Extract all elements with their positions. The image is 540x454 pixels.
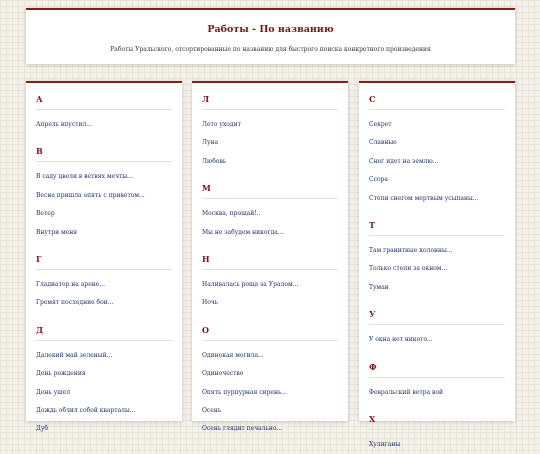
letter-heading: М [202, 171, 338, 200]
work-link[interactable]: Там гранитные колонны... [369, 242, 505, 260]
work-link[interactable]: Одиночество [202, 365, 338, 383]
letter-heading: У [369, 297, 505, 326]
work-link[interactable]: Мы не забудем никогда... [202, 224, 338, 242]
work-link[interactable]: Весна пришла опять с приветом... [36, 187, 172, 205]
work-link[interactable]: Луна [202, 134, 338, 152]
work-link[interactable]: День рождения [36, 365, 172, 383]
letter-heading: С [369, 83, 505, 110]
work-link[interactable]: Осень глядит печально... [202, 420, 338, 438]
letter-heading: Г [36, 242, 172, 270]
letter-heading: В [36, 134, 172, 163]
work-link[interactable]: Туман [369, 279, 505, 297]
letter-heading: О [202, 313, 338, 341]
work-link[interactable]: Секрет [369, 116, 505, 134]
work-link[interactable]: Ночь [202, 294, 338, 312]
letter-heading: Ф [369, 350, 505, 378]
work-link[interactable]: Одинокая могила... [202, 347, 338, 365]
page-title: Работы - По названию [207, 24, 334, 35]
page-header: Работы - По названию Работы Уральского, … [26, 8, 515, 64]
work-link[interactable]: Февральский ветра вой [369, 384, 505, 402]
letter-heading: А [36, 83, 172, 110]
work-link[interactable]: Гремят последние бои... [36, 294, 172, 312]
work-link[interactable]: Москва, прощай!.. [202, 205, 338, 223]
letter-heading: Х [369, 402, 505, 430]
works-column-1: А Апрель впустил... В В саду цвели в ветвях… [26, 81, 182, 432]
work-link[interactable]: Наливалась роща за Уралом... [202, 276, 338, 294]
work-link[interactable]: День ушел [36, 384, 172, 402]
letter-heading: Н [202, 242, 338, 270]
work-link[interactable]: Внутри меня [36, 224, 172, 242]
work-link[interactable]: Ветер [36, 205, 172, 223]
work-link[interactable]: Славные [369, 134, 505, 152]
work-link[interactable]: Степи снегом мертвым усыпаны... [369, 190, 505, 208]
works-column-2: Л Лето уходит Луна Любовь М Москва, прощай!..… [192, 81, 348, 432]
work-link[interactable]: В саду цвели в ветвях мечты... [36, 168, 172, 186]
work-link[interactable]: Только степи за окном... [369, 260, 505, 278]
work-link[interactable]: У окна нет никого... [369, 331, 505, 349]
letter-heading: Т [369, 208, 505, 236]
work-link[interactable]: Гладиатор на арене... [36, 276, 172, 294]
letter-heading: Д [36, 313, 172, 341]
work-link[interactable]: Лето уходит [202, 116, 338, 134]
letter-heading: Л [202, 83, 338, 110]
work-link[interactable]: Любовь [202, 153, 338, 171]
work-link[interactable]: Далекий май зеленый... [36, 347, 172, 365]
works-column-3: С Секрет Славные Снег идет на землю... Ссора… [359, 81, 515, 448]
work-link[interactable]: Ссора [369, 171, 505, 189]
work-link[interactable]: Снег идет на землю... [369, 153, 505, 171]
work-link[interactable]: Хулиганы [369, 436, 505, 454]
work-link[interactable]: Опять пурпурная сирень... [202, 384, 338, 402]
page-subtitle: Работы Уральского, отсортированные по на… [110, 46, 431, 53]
work-link[interactable]: Дуб [36, 420, 172, 438]
work-link[interactable]: Апрель впустил... [36, 116, 172, 134]
